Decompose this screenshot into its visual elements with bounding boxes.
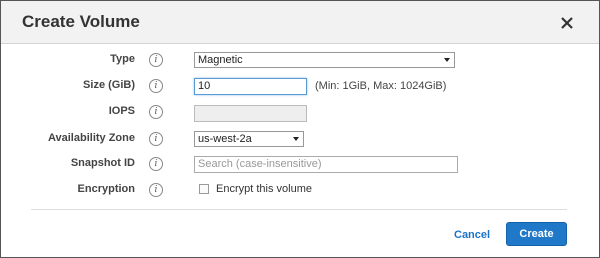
size-label: Size (GiB) — [83, 79, 135, 91]
type-select-value: Magnetic — [198, 54, 243, 66]
encrypt-volume-label[interactable]: Encrypt this volume — [216, 183, 312, 195]
create-volume-dialog: Create Volume Type i Magnetic Size (GiB)… — [0, 0, 600, 258]
size-info-icon[interactable]: i — [149, 79, 163, 93]
size-hint: (Min: 1GiB, Max: 1024GiB) — [315, 80, 447, 92]
encrypt-volume-checkbox[interactable] — [199, 184, 209, 194]
create-button[interactable]: Create — [506, 222, 567, 246]
iops-info-icon[interactable]: i — [149, 105, 163, 119]
type-select[interactable]: Magnetic — [194, 52, 455, 68]
footer-divider — [31, 209, 567, 210]
snapshot-id-search-input[interactable]: Search (case-insensitive) — [194, 156, 458, 173]
availability-zone-info-icon[interactable]: i — [149, 132, 163, 146]
cancel-button[interactable]: Cancel — [454, 229, 490, 241]
availability-zone-value: us-west-2a — [198, 133, 252, 145]
snapshot-id-placeholder: Search (case-insensitive) — [198, 158, 322, 170]
snapshot-id-info-icon[interactable]: i — [149, 157, 163, 171]
iops-label: IOPS — [108, 105, 135, 117]
close-icon[interactable] — [558, 12, 576, 32]
type-info-icon[interactable]: i — [149, 53, 163, 67]
availability-zone-select[interactable]: us-west-2a — [194, 131, 304, 147]
chevron-down-icon — [444, 58, 450, 62]
chevron-down-icon — [293, 137, 299, 141]
dialog-title: Create Volume — [22, 12, 140, 31]
size-input[interactable]: 10 — [194, 78, 307, 95]
dialog-header: Create Volume — [1, 1, 599, 44]
encryption-info-icon[interactable]: i — [149, 183, 163, 197]
type-label: Type — [110, 53, 135, 65]
snapshot-id-label: Snapshot ID — [70, 157, 135, 169]
encryption-label: Encryption — [77, 183, 135, 195]
availability-zone-label: Availability Zone — [47, 132, 135, 144]
iops-input — [194, 105, 307, 122]
size-input-value: 10 — [198, 80, 211, 92]
